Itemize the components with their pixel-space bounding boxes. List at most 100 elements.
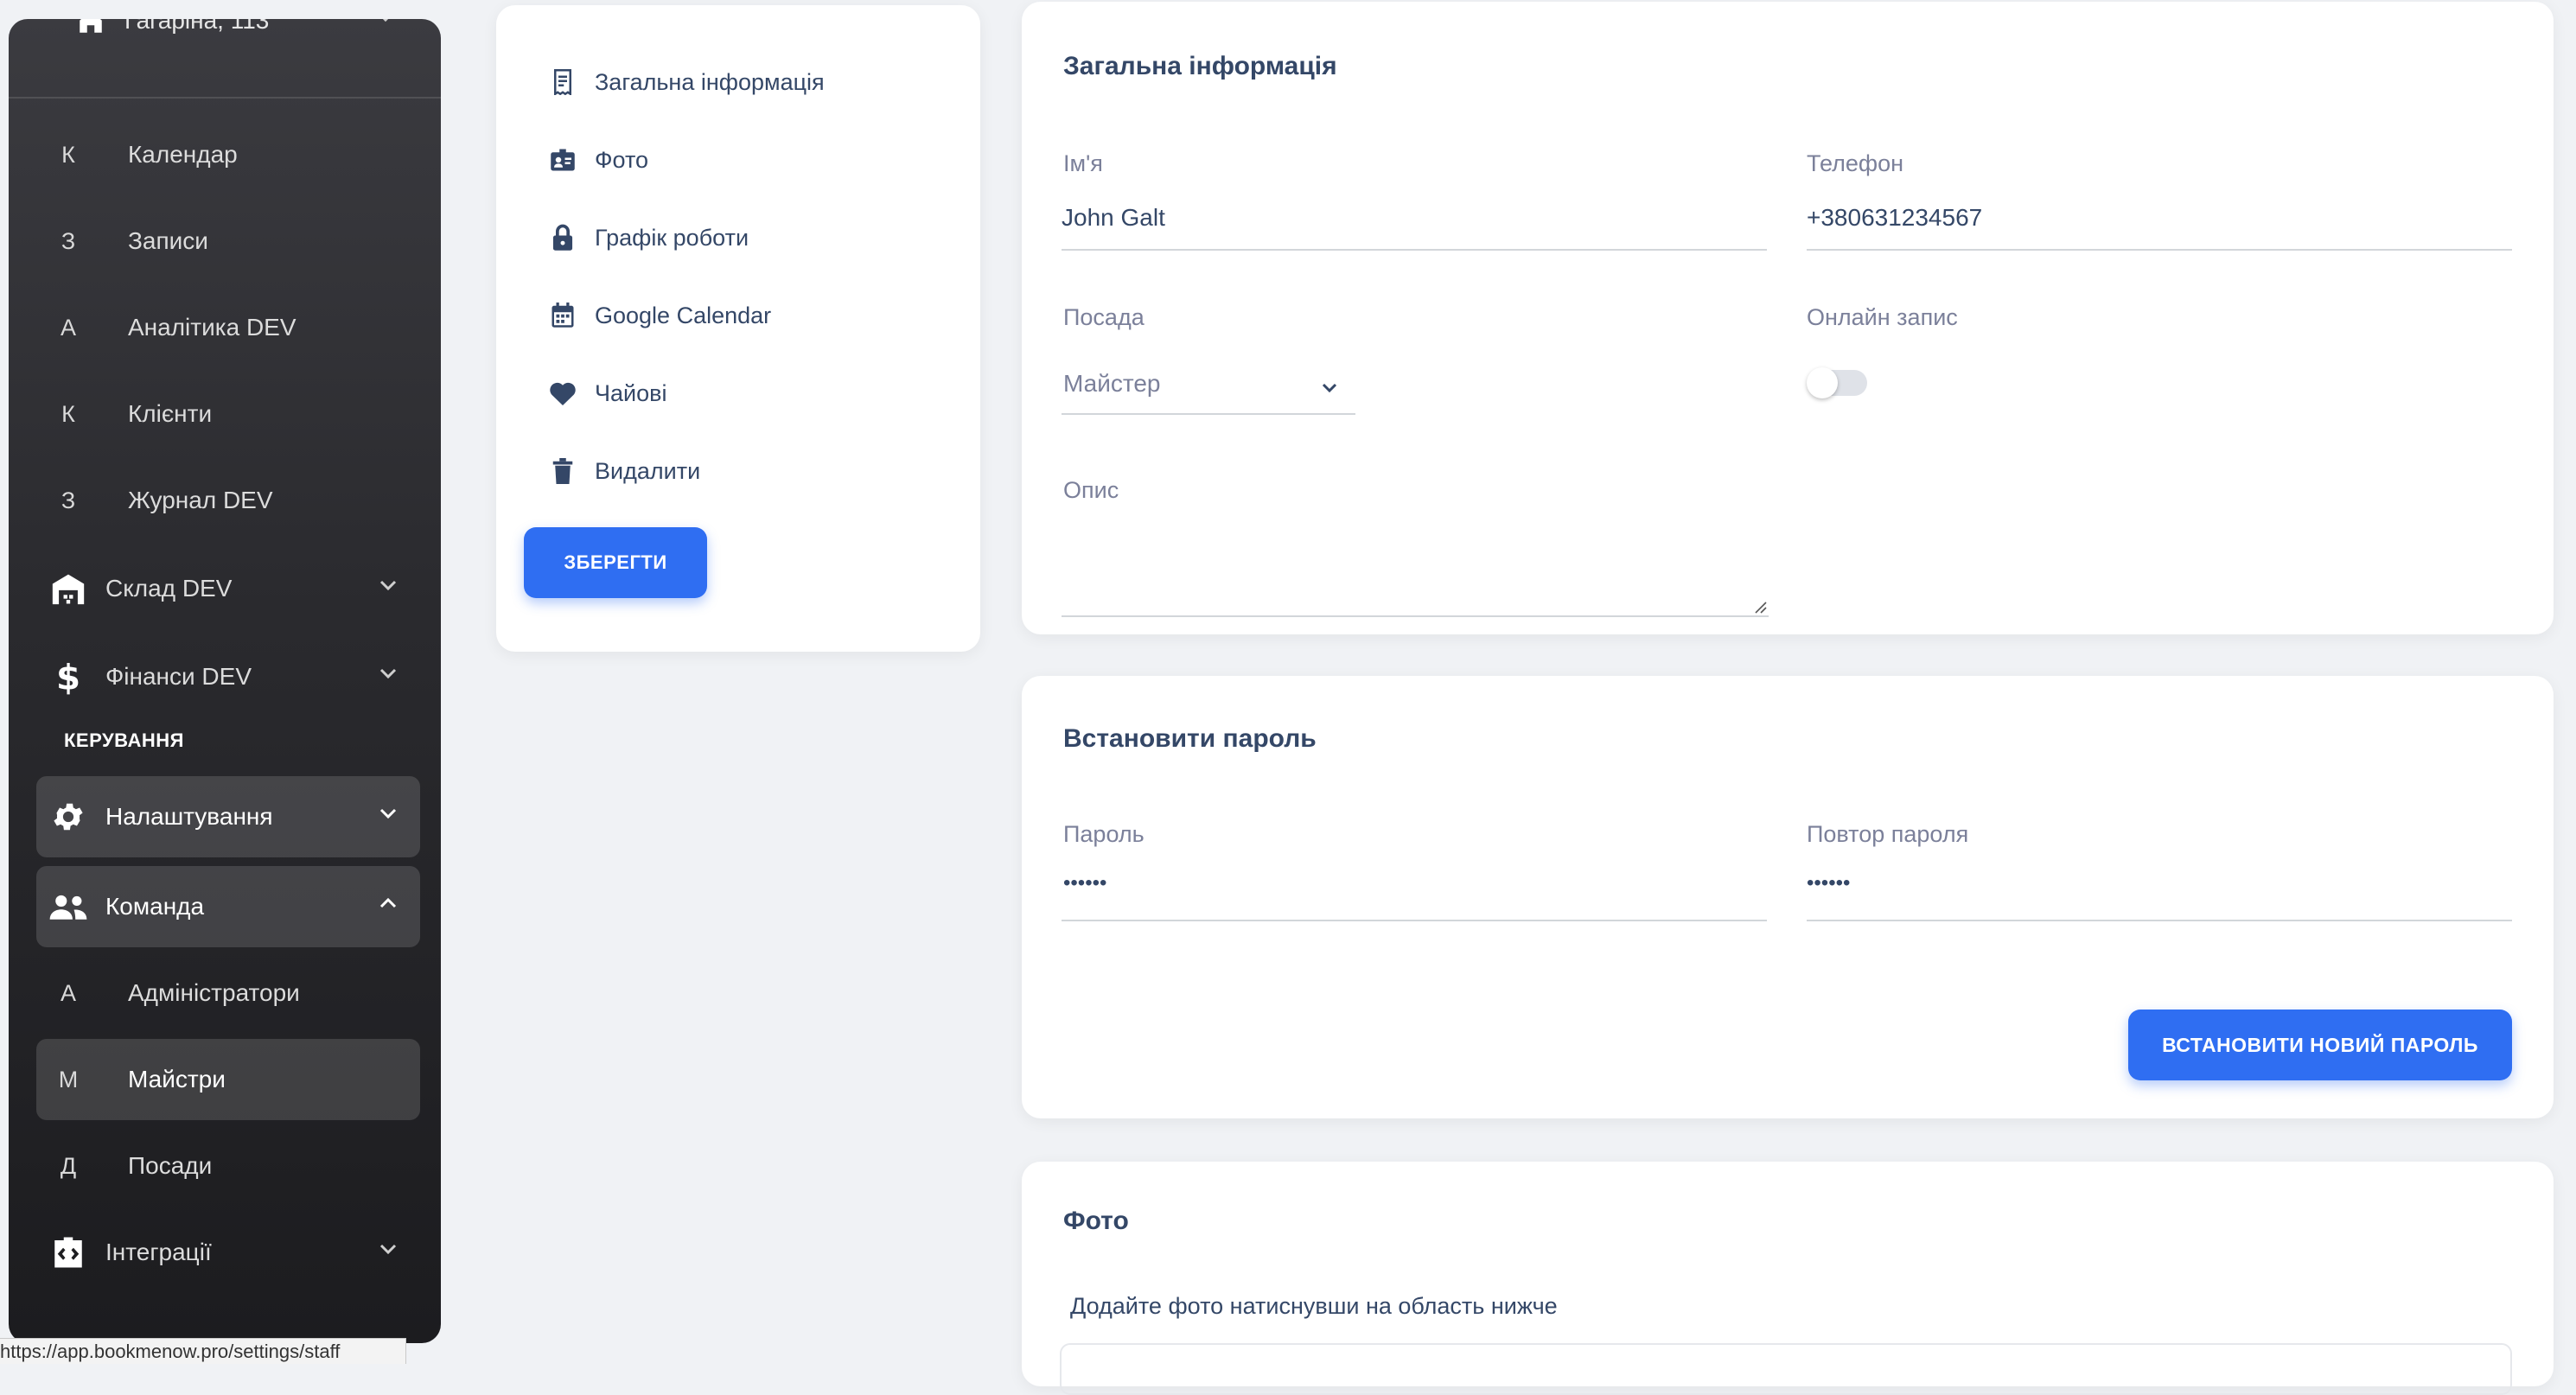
photo-hint: Додайте фото натиснувши на область нижче <box>1070 1293 1558 1319</box>
save-button[interactable]: ЗБЕРЕГТИ <box>524 527 707 598</box>
sidebar-item-integrations[interactable]: Інтеграції <box>36 1212 420 1293</box>
chevron-down-icon <box>379 1244 397 1255</box>
sidebar: Гагаріна, 113 К Календар З Записи А Анал… <box>9 19 441 1343</box>
toggle-knob <box>1807 367 1838 398</box>
password-underline <box>1062 920 1767 921</box>
profile-nav-card: Загальна інформація Фото Графік роботи G… <box>496 5 980 652</box>
sidebar-item-finance[interactable]: $ Фінанси DEV <box>36 636 420 717</box>
people-icon <box>36 893 100 920</box>
set-password-card: Встановити пароль Пароль •••••• Повтор п… <box>1022 676 2554 1118</box>
repeat-password-underline <box>1807 920 2512 921</box>
name-input[interactable]: John Galt <box>1062 204 1165 232</box>
home-icon <box>80 19 102 33</box>
chevron-down-icon <box>1322 383 1337 392</box>
gear-icon <box>36 799 100 835</box>
sidebar-item-warehouse[interactable]: Склад DEV <box>36 548 420 629</box>
sidebar-item-masters[interactable]: М Майстри <box>36 1039 420 1120</box>
sidebar-item-label: Посади <box>128 1152 213 1179</box>
sidebar-item-label: Календар <box>128 141 238 168</box>
chevron-down-icon <box>379 808 397 819</box>
sidebar-item-label: Адміністратори <box>128 979 300 1006</box>
sidebar-item-records[interactable]: З Записи <box>36 201 420 282</box>
trash-icon <box>548 458 577 484</box>
sidebar-section-label: КЕРУВАННЯ <box>64 729 184 751</box>
sidebar-item-label: Інтеграції <box>105 1239 212 1265</box>
integration-icon <box>36 1234 100 1271</box>
position-label: Посада <box>1063 304 1145 330</box>
description-label: Опис <box>1063 477 1119 503</box>
nav-tips[interactable]: Чайові <box>548 374 666 412</box>
sidebar-item-analytics[interactable]: А Аналітика DEV <box>36 287 420 368</box>
badge-icon <box>548 147 577 173</box>
position-underline <box>1062 413 1355 415</box>
sidebar-item-letter: А <box>60 314 76 341</box>
sidebar-item-label: Фінанси DEV <box>105 663 252 690</box>
repeat-password-label: Повтор пароля <box>1807 821 1969 847</box>
nav-general-info[interactable]: Загальна інформація <box>548 63 825 101</box>
browser-status-url: https://app.bookmenow.pro/settings/staff <box>0 1338 406 1364</box>
sidebar-item-settings[interactable]: Налаштування <box>36 776 420 857</box>
resize-handle-icon[interactable] <box>1753 600 1767 614</box>
general-info-card: Загальна інформація Ім'я John Galt Телеф… <box>1022 2 2554 634</box>
general-info-title: Загальна інформація <box>1063 52 1337 80</box>
svg-text:$: $ <box>56 658 80 696</box>
sidebar-item-letter: З <box>61 227 76 254</box>
lock-icon <box>548 224 577 252</box>
online-booking-toggle[interactable] <box>1807 367 1867 398</box>
sidebar-item-label: Журнал DEV <box>128 487 273 513</box>
name-input-underline <box>1062 249 1767 251</box>
sidebar-item-journal[interactable]: З Журнал DEV <box>36 460 420 541</box>
sidebar-item-label: Записи <box>128 227 208 254</box>
nav-item-label: Чайові <box>595 379 667 406</box>
sidebar-item-positions[interactable]: Д Посади <box>36 1125 420 1207</box>
phone-label: Телефон <box>1807 150 1904 176</box>
sidebar-item-label: Налаштування <box>105 803 273 830</box>
set-password-title: Встановити пароль <box>1063 724 1317 753</box>
repeat-password-input[interactable]: •••••• <box>1807 871 1850 895</box>
nav-delete[interactable]: Видалити <box>548 452 700 490</box>
nav-item-label: Google Calendar <box>595 302 772 328</box>
location-address: Гагаріна, 113 <box>124 19 270 34</box>
warehouse-icon <box>36 571 100 606</box>
sidebar-item-clients[interactable]: К Клієнти <box>36 373 420 455</box>
sidebar-item-calendar[interactable]: К Календар <box>36 114 420 195</box>
receipt-icon <box>548 69 577 95</box>
calendar-icon <box>548 303 577 328</box>
description-underline <box>1062 615 1769 617</box>
password-label: Пароль <box>1063 821 1145 847</box>
sidebar-item-admins[interactable]: А Адміністратори <box>36 952 420 1034</box>
nav-schedule[interactable]: Графік роботи <box>548 219 749 257</box>
sidebar-item-letter: З <box>61 487 76 513</box>
sidebar-item-label: Склад DEV <box>105 575 233 602</box>
name-label: Ім'я <box>1063 150 1103 176</box>
phone-input[interactable]: +380631234567 <box>1807 204 1982 232</box>
sidebar-item-label: Аналітика DEV <box>128 314 296 341</box>
nav-item-label: Загальна інформація <box>595 68 825 95</box>
nav-item-label: Графік роботи <box>595 224 749 251</box>
sidebar-item-letter: М <box>58 1066 79 1092</box>
sidebar-item-letter: К <box>61 400 75 427</box>
sidebar-item-label: Майстри <box>128 1066 226 1092</box>
sidebar-item-label: Клієнти <box>128 400 213 427</box>
description-textarea[interactable] <box>1062 513 1769 619</box>
chevron-up-icon <box>379 897 397 908</box>
photo-dropzone[interactable] <box>1060 1343 2512 1395</box>
password-input[interactable]: •••••• <box>1063 871 1106 895</box>
online-booking-label: Онлайн запис <box>1807 304 1958 330</box>
sidebar-location[interactable]: Гагаріна, 113 <box>9 19 441 99</box>
phone-input-underline <box>1807 249 2512 251</box>
chevron-down-icon <box>379 668 397 679</box>
sidebar-item-letter: К <box>61 141 75 168</box>
nav-item-label: Видалити <box>595 457 701 484</box>
sidebar-item-letter: Д <box>60 1152 77 1179</box>
sidebar-item-letter: А <box>60 979 76 1006</box>
chevron-down-icon <box>382 19 389 22</box>
nav-photo[interactable]: Фото <box>548 141 648 179</box>
heart-icon <box>548 381 577 405</box>
position-select[interactable]: Майстер <box>1062 365 1355 417</box>
set-new-password-button[interactable]: ВСТАНОВИТИ НОВИЙ ПАРОЛЬ <box>2128 1010 2512 1080</box>
dollar-icon: $ <box>36 658 100 696</box>
nav-google-calendar[interactable]: Google Calendar <box>548 296 771 334</box>
photo-title: Фото <box>1063 1207 1129 1235</box>
sidebar-item-team[interactable]: Команда <box>36 866 420 947</box>
